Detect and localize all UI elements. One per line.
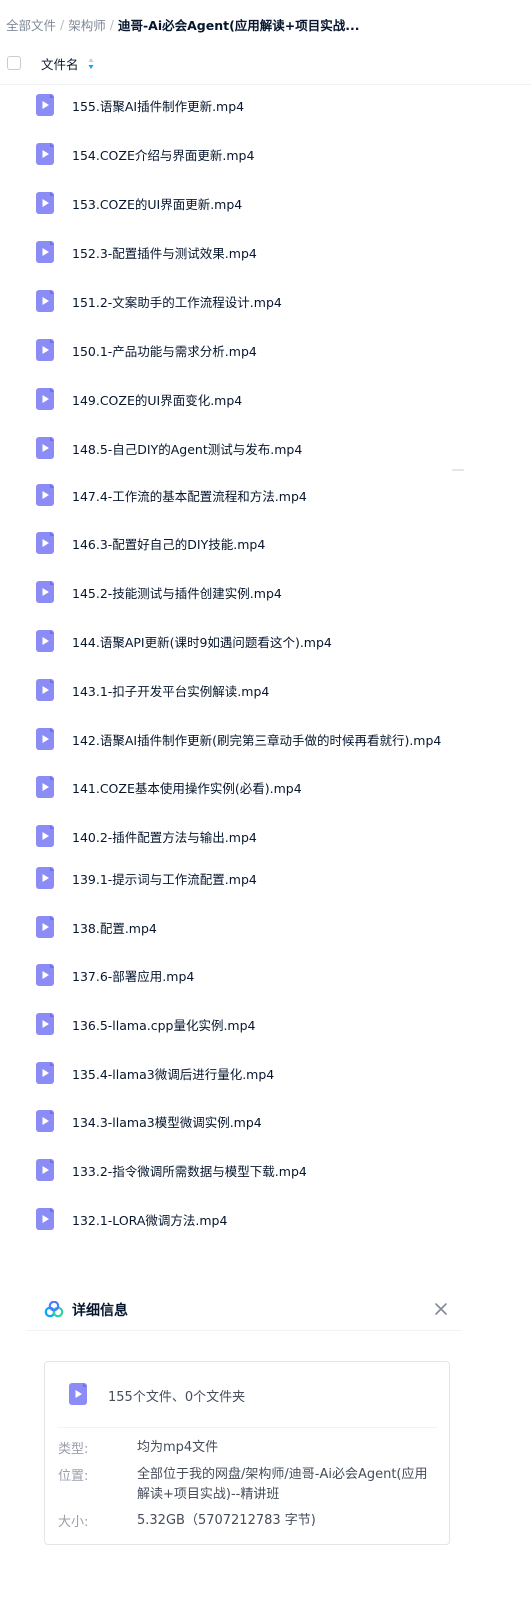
select-all-checkbox[interactable] <box>7 56 21 70</box>
file-row[interactable]: 150.1-产品功能与需求分析.mp4 <box>0 329 531 371</box>
file-row[interactable]: 144.语聚API更新(课时9如遇问题看这个).mp4 <box>0 620 531 662</box>
file-name: 154.COZE介绍与界面更新.mp4 <box>72 147 255 163</box>
breadcrumb-root[interactable]: 全部文件 <box>6 15 56 34</box>
location-label: 位置: <box>58 1469 89 1484</box>
file-row[interactable]: 139.1-提示词与工作流配置.mp4 <box>0 857 531 899</box>
video-file-icon <box>36 241 54 263</box>
size-label: 大小: <box>58 1515 89 1530</box>
close-icon[interactable] <box>431 1299 451 1319</box>
file-name: 142.语聚AI插件制作更新(刷完第三章动手做的时候再看就行).mp4 <box>72 732 442 748</box>
type-label: 类型: <box>58 1442 89 1457</box>
details-summary: 155个文件、0个文件夹 <box>108 1390 246 1405</box>
file-name: 135.4-llama3微调后进行量化.mp4 <box>72 1066 275 1082</box>
file-row[interactable]: 138.配置.mp4 <box>0 906 531 948</box>
video-file-icon <box>36 1013 54 1035</box>
breadcrumb-separator: / <box>109 16 114 32</box>
file-name: 132.1-LORA微调方法.mp4 <box>72 1212 228 1228</box>
video-file-icon <box>36 1110 54 1132</box>
video-file-icon <box>36 143 54 165</box>
file-name: 144.语聚API更新(课时9如遇问题看这个).mp4 <box>72 634 332 650</box>
video-file-icon <box>36 1159 54 1181</box>
video-file-icon <box>36 825 54 847</box>
type-value: 均为mp4文件 <box>137 1440 219 1455</box>
file-name: 143.1-扣子开发平台实例解读.mp4 <box>72 683 270 699</box>
file-row[interactable]: 143.1-扣子开发平台实例解读.mp4 <box>0 669 531 711</box>
file-row[interactable]: 152.3-配置插件与测试效果.mp4 <box>0 231 531 273</box>
file-name: 138.配置.mp4 <box>72 920 157 936</box>
file-name: 137.6-部署应用.mp4 <box>72 968 195 984</box>
file-row[interactable]: 142.语聚AI插件制作更新(刷完第三章动手做的时候再看就行).mp4 <box>0 718 531 760</box>
video-file-icon <box>36 388 54 410</box>
file-name: 148.5-自己DIY的Agent测试与发布.mp4 <box>72 441 303 457</box>
video-file-icon <box>36 1208 54 1230</box>
video-file-icon <box>36 94 54 116</box>
divider <box>57 1427 437 1428</box>
file-name: 151.2-文案助手的工作流程设计.mp4 <box>72 294 282 310</box>
video-file-icon <box>36 728 54 750</box>
file-row[interactable]: 153.COZE的UI界面更新.mp4 <box>0 182 531 224</box>
file-row[interactable]: 132.1-LORA微调方法.mp4 <box>0 1198 531 1240</box>
file-row[interactable]: 136.5-llama.cpp量化实例.mp4 <box>0 1003 531 1045</box>
file-row[interactable]: 147.4-工作流的基本配置流程和方法.mp4 <box>0 474 531 516</box>
file-name: 134.3-llama3模型微调实例.mp4 <box>72 1114 262 1130</box>
video-file-icon <box>36 776 54 798</box>
video-file-icon <box>36 290 54 312</box>
file-name: 145.2-技能测试与插件创建实例.mp4 <box>72 585 282 601</box>
location-value: 全部位于我的网盘/架构师/迪哥-Ai必会Agent(应用解读+项目实战)--精讲… <box>137 1467 428 1502</box>
file-name: 141.COZE基本使用操作实例(必看).mp4 <box>72 780 302 796</box>
video-file-icon <box>69 1383 87 1405</box>
video-file-icon <box>36 339 54 361</box>
breadcrumb: 全部文件 / 架构师 / 迪哥-Ai必会Agent(应用解读+项目实战... <box>6 12 526 36</box>
video-file-icon <box>36 867 54 889</box>
breadcrumb-middle[interactable]: 架构师 <box>68 15 106 34</box>
file-row[interactable]: 137.6-部署应用.mp4 <box>0 954 531 996</box>
details-panel-header: 详细信息 <box>26 1290 462 1331</box>
breadcrumb-separator: / <box>60 16 65 32</box>
video-file-icon <box>36 916 54 938</box>
file-row[interactable]: 133.2-指令微调所需数据与模型下载.mp4 <box>0 1149 531 1191</box>
video-file-icon <box>36 484 54 506</box>
breadcrumb-current: 迪哥-Ai必会Agent(应用解读+项目实战... <box>117 17 360 33</box>
file-name: 147.4-工作流的基本配置流程和方法.mp4 <box>72 488 307 504</box>
video-file-icon <box>36 630 54 652</box>
file-name: 139.1-提示词与工作流配置.mp4 <box>72 871 257 887</box>
file-name: 133.2-指令微调所需数据与模型下载.mp4 <box>72 1163 307 1179</box>
file-name: 136.5-llama.cpp量化实例.mp4 <box>72 1017 256 1033</box>
video-file-icon <box>36 581 54 603</box>
file-row[interactable]: 155.语聚AI插件制作更新.mp4 <box>0 84 531 126</box>
file-name: 149.COZE的UI界面变化.mp4 <box>72 392 243 408</box>
file-list-header: 文件名 <box>0 42 531 85</box>
file-name: 140.2-插件配置方法与输出.mp4 <box>72 829 257 845</box>
file-row[interactable]: 146.3-配置好自己的DIY技能.mp4 <box>0 522 531 564</box>
column-header-filename[interactable]: 文件名 <box>41 54 79 73</box>
file-row[interactable]: 151.2-文案助手的工作流程设计.mp4 <box>0 280 531 322</box>
scrollbar-thumb[interactable] <box>452 469 464 471</box>
file-name: 155.语聚AI插件制作更新.mp4 <box>72 98 245 114</box>
video-file-icon <box>36 679 54 701</box>
file-name: 153.COZE的UI界面更新.mp4 <box>72 196 243 212</box>
size-value: 5.32GB（5707212783 字节) <box>137 1513 316 1528</box>
details-title: 详细信息 <box>72 1303 128 1319</box>
file-row[interactable]: 135.4-llama3微调后进行量化.mp4 <box>0 1052 531 1094</box>
baidu-netdisk-logo-icon <box>44 1301 64 1318</box>
file-row[interactable]: 141.COZE基本使用操作实例(必看).mp4 <box>0 766 531 808</box>
file-row[interactable]: 154.COZE介绍与界面更新.mp4 <box>0 133 531 175</box>
file-row[interactable]: 148.5-自己DIY的Agent测试与发布.mp4 <box>0 427 531 469</box>
video-file-icon <box>36 437 54 459</box>
video-file-icon <box>36 532 54 554</box>
file-name: 146.3-配置好自己的DIY技能.mp4 <box>72 536 266 552</box>
file-row[interactable]: 149.COZE的UI界面变化.mp4 <box>0 378 531 420</box>
video-file-icon <box>36 192 54 214</box>
sort-arrow-icon[interactable] <box>88 57 94 70</box>
video-file-icon <box>36 1062 54 1084</box>
file-row[interactable]: 140.2-插件配置方法与输出.mp4 <box>0 815 531 857</box>
file-row[interactable]: 134.3-llama3模型微调实例.mp4 <box>0 1100 531 1142</box>
file-name: 150.1-产品功能与需求分析.mp4 <box>72 343 257 359</box>
file-name: 152.3-配置插件与测试效果.mp4 <box>72 245 257 261</box>
file-row[interactable]: 145.2-技能测试与插件创建实例.mp4 <box>0 571 531 613</box>
video-file-icon <box>36 964 54 986</box>
details-card: 155个文件、0个文件夹 类型: 均为mp4文件 位置: 全部位于我的网盘/架构… <box>44 1361 450 1545</box>
